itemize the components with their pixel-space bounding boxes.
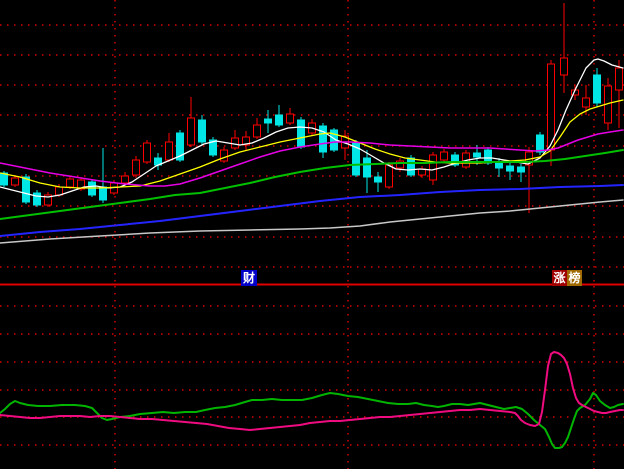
candle bbox=[242, 131, 250, 150]
candle bbox=[615, 60, 623, 128]
divider-tag-finance[interactable]: 财 bbox=[241, 270, 257, 286]
candle bbox=[132, 156, 140, 178]
candle bbox=[253, 118, 261, 139]
candle bbox=[209, 137, 217, 157]
divider-tag-gainers-2[interactable]: 榜 bbox=[567, 270, 582, 286]
candle bbox=[198, 115, 206, 145]
candlestick-panel[interactable] bbox=[0, 3, 624, 244]
chart-canvas[interactable] bbox=[0, 0, 624, 469]
stock-chart-window: 财 涨 榜 bbox=[0, 0, 624, 469]
candle bbox=[495, 158, 503, 177]
divider-tag-gainers-1[interactable]: 涨 bbox=[552, 270, 567, 286]
candle bbox=[560, 3, 568, 93]
indicator-panel[interactable] bbox=[0, 351, 624, 449]
candle bbox=[187, 97, 195, 147]
candle bbox=[33, 190, 41, 207]
candle bbox=[593, 68, 601, 107]
candle bbox=[275, 105, 283, 127]
candle bbox=[154, 153, 162, 170]
candle bbox=[363, 150, 371, 193]
candle bbox=[352, 140, 360, 177]
candle bbox=[418, 166, 426, 178]
candle bbox=[286, 108, 294, 125]
candle bbox=[517, 164, 525, 182]
candle bbox=[571, 85, 579, 100]
candle bbox=[374, 172, 382, 192]
candle bbox=[143, 140, 151, 164]
candle bbox=[297, 117, 305, 149]
candle bbox=[506, 162, 514, 180]
candle bbox=[165, 133, 173, 162]
candle bbox=[440, 149, 448, 163]
candle bbox=[308, 119, 316, 135]
candle bbox=[264, 110, 272, 133]
candle bbox=[231, 130, 239, 150]
candle bbox=[319, 123, 327, 158]
candle bbox=[525, 147, 533, 213]
candle bbox=[220, 147, 228, 163]
candle bbox=[44, 192, 52, 207]
